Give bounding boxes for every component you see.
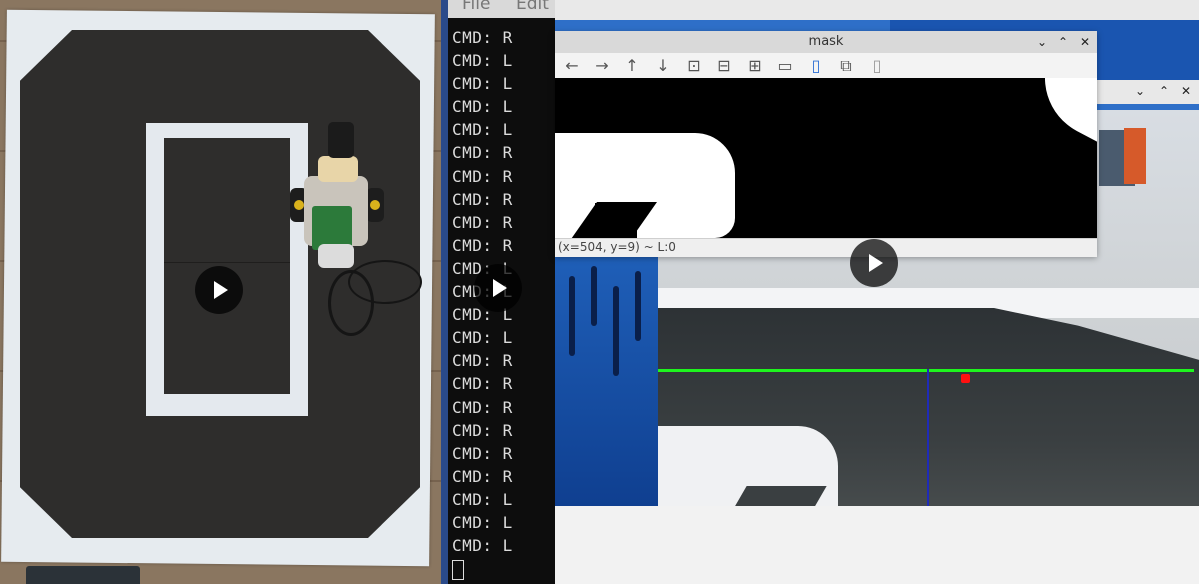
terminal-line: CMD: R [452, 374, 513, 394]
terminal-line: CMD: R [452, 212, 513, 232]
arrow-left-icon[interactable]: ← [561, 56, 583, 76]
terminal-line: CMD: L [452, 97, 513, 117]
device-edge [26, 566, 140, 584]
terminal-line: CMD: L [452, 120, 513, 140]
mask-maximize-icon[interactable]: ⌃ [1054, 33, 1072, 51]
camera-maximize-icon[interactable]: ⌃ [1155, 82, 1173, 100]
camera-close-icon[interactable]: ✕ [1177, 82, 1195, 100]
terminal-line: CMD: L [452, 536, 513, 556]
desktop-water-image [555, 256, 658, 506]
center-line [927, 369, 929, 506]
mask-window: mask ⌄ ⌃ ✕ ← → ↑ ↓ ⊡ ⊟ ⊞ ▭ ▯ ⧉ ▯ (x=504,… [555, 31, 1097, 257]
terminal-line: CMD: L [452, 51, 513, 71]
terminal-line: CMD: R [452, 28, 513, 47]
desktop-top-strip [555, 0, 1199, 20]
save-icon[interactable]: ▯ [805, 56, 827, 76]
guide-line [658, 369, 1194, 372]
terminal-line: CMD: R [452, 189, 513, 209]
play-button-right[interactable] [850, 239, 898, 287]
terminal-line: CMD: R [452, 397, 513, 417]
track-inner-mat [164, 138, 290, 394]
menu-file[interactable]: File [462, 0, 490, 14]
arrow-down-icon[interactable]: ↓ [652, 56, 674, 76]
zoom-reset-icon[interactable]: ⊞ [744, 56, 766, 76]
mask-window-titlebar[interactable]: mask ⌄ ⌃ ✕ [555, 31, 1097, 53]
mask-status-text: (x=504, y=9) ~ L:0 [558, 240, 676, 254]
zoom-out-icon[interactable]: ⊟ [713, 56, 735, 76]
terminal-line: CMD: R [452, 351, 513, 371]
robot-camera [328, 122, 354, 158]
camera-window-titlebar[interactable]: ⌄ ⌃ ✕ [1097, 80, 1199, 104]
fit-icon[interactable]: ▭ [774, 56, 796, 76]
mask-toolbar: ← → ↑ ↓ ⊡ ⊟ ⊞ ▭ ▯ ⧉ ▯ [555, 53, 1097, 79]
properties-icon[interactable]: ▯ [866, 56, 888, 76]
terminal-line: CMD: R [452, 420, 513, 440]
terminal-line: CMD: R [452, 166, 513, 186]
zoom-in-icon[interactable]: ⊡ [683, 56, 705, 76]
terminal-window-border [441, 0, 448, 584]
track-seam [164, 262, 290, 263]
copy-icon[interactable]: ⧉ [835, 56, 857, 76]
mask-window-title: mask [808, 34, 844, 49]
mask-image [555, 78, 1097, 238]
terminal-line: CMD: L [452, 74, 513, 94]
play-button-left[interactable] [195, 266, 243, 314]
robot-car [288, 120, 422, 336]
terminal-menu-bar: File Edit [448, 0, 555, 18]
mask-close-icon[interactable]: ✕ [1076, 33, 1094, 51]
terminal-line: CMD: L [452, 489, 513, 509]
mask-minimize-icon[interactable]: ⌄ [1033, 33, 1051, 51]
terminal-cursor [452, 560, 464, 580]
terminal-line: CMD: R [452, 235, 513, 255]
mask-statusbar: (x=504, y=9) ~ L:0 [555, 238, 1097, 257]
arrow-right-icon[interactable]: → [591, 56, 613, 76]
terminal-line: CMD: R [452, 466, 513, 486]
play-button-middle[interactable] [474, 264, 522, 312]
terminal-line: CMD: L [452, 328, 513, 348]
terminal-line: CMD: L [452, 512, 513, 532]
terminal-line: CMD: R [452, 443, 513, 463]
menu-edit[interactable]: Edit [516, 0, 549, 14]
target-dot [961, 374, 970, 383]
terminal-line: CMD: R [452, 143, 513, 163]
arrow-up-icon[interactable]: ↑ [621, 56, 643, 76]
camera-minimize-icon[interactable]: ⌄ [1131, 82, 1149, 100]
